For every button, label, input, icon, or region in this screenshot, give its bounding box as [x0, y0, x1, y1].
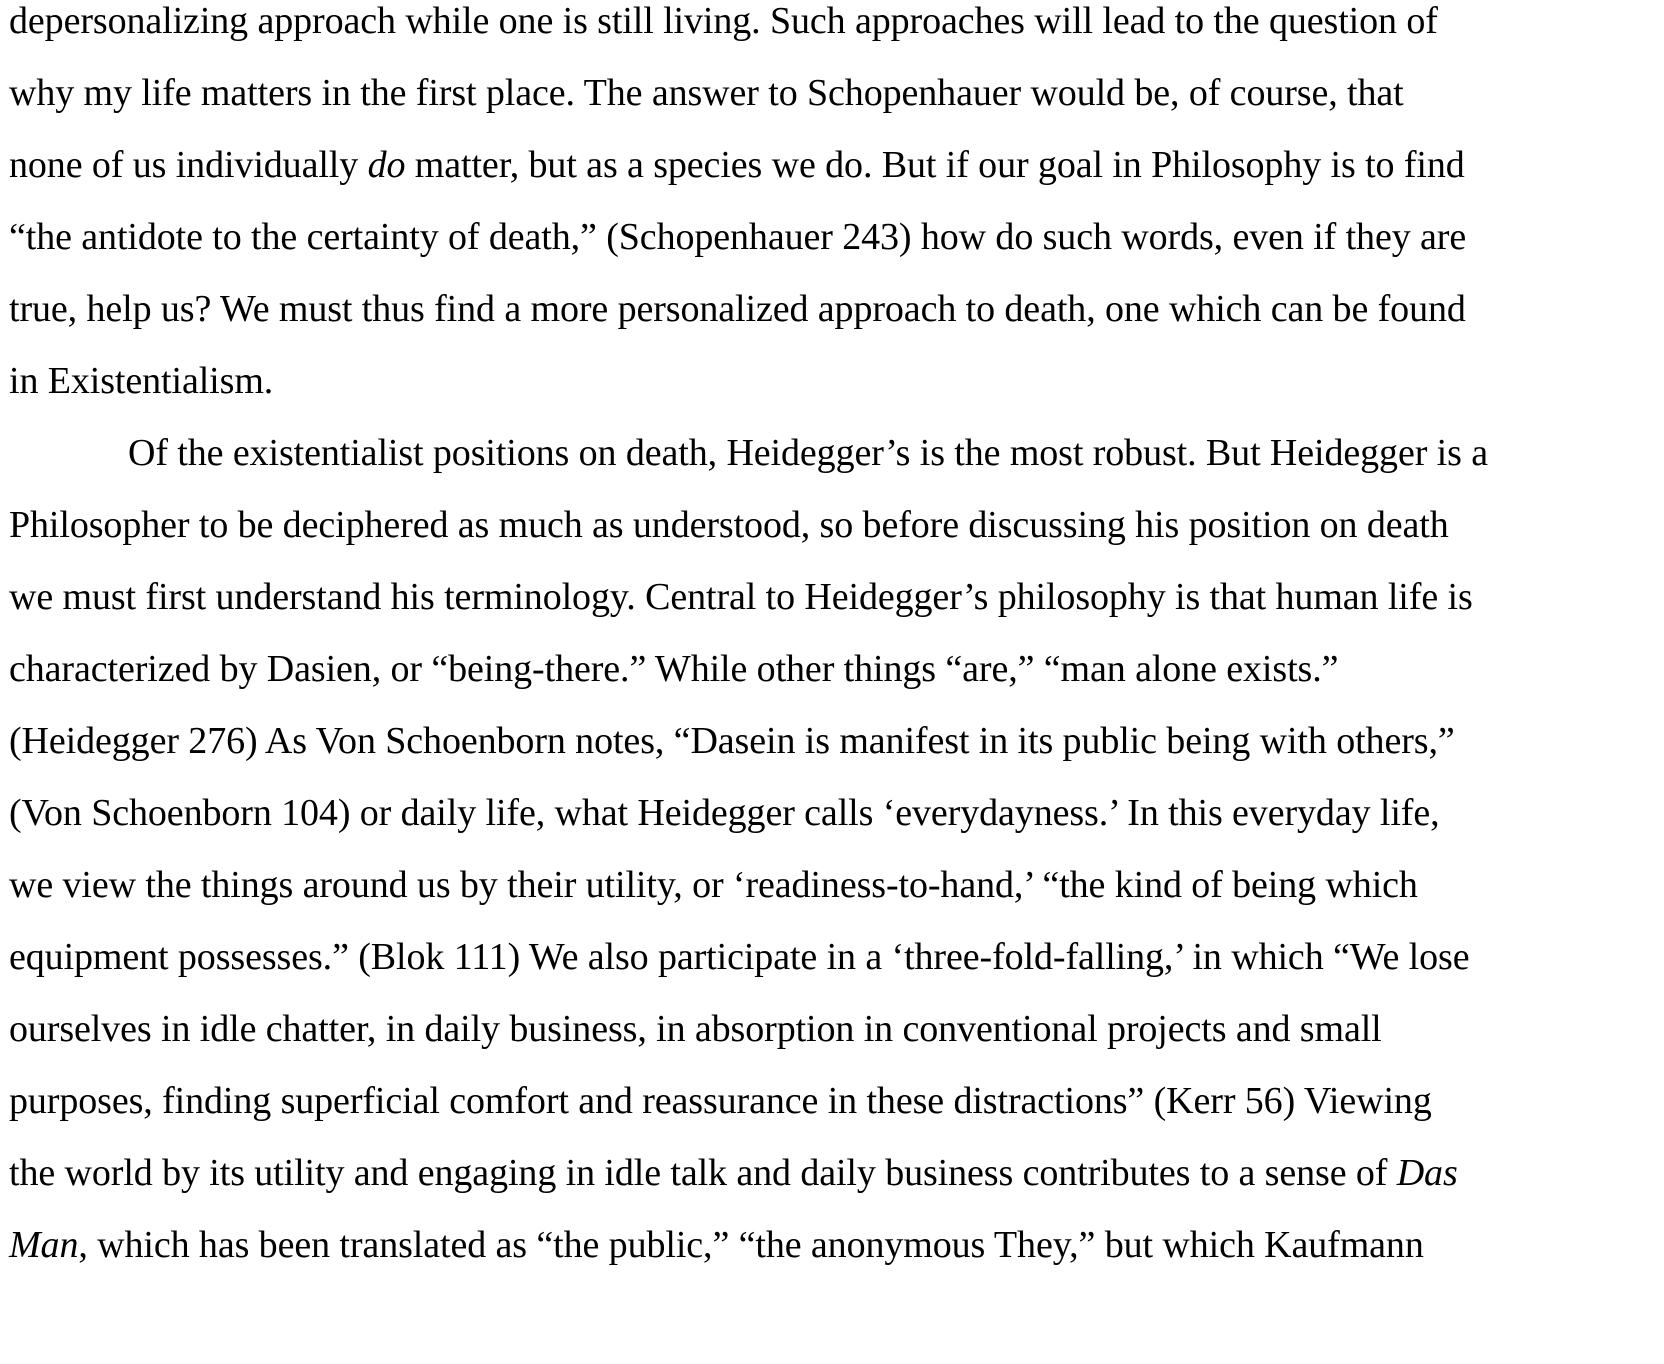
text-run: (Heidegger 276) As Von Schoenborn notes,…	[9, 720, 1455, 762]
text-line: depersonalizing approach while one is st…	[9, 0, 1438, 59]
text-line: Man, which has been translated as “the p…	[9, 1207, 1424, 1283]
text-line: “the antidote to the certainty of death,…	[9, 199, 1466, 275]
italic-text-run: Das	[1396, 1152, 1458, 1194]
text-line: purposes, finding superficial comfort an…	[9, 1063, 1432, 1139]
text-line: ourselves in idle chatter, in daily busi…	[9, 991, 1382, 1067]
text-run: depersonalizing approach while one is st…	[9, 0, 1438, 42]
text-line: the world by its utility and engaging in…	[9, 1135, 1458, 1211]
text-run: ourselves in idle chatter, in daily busi…	[9, 1008, 1382, 1050]
text-run: in Existentialism.	[9, 360, 274, 402]
text-run: true, help us? We must thus find a more …	[9, 288, 1466, 330]
text-line: why my life matters in the first place. …	[9, 55, 1404, 131]
text-run: matter, but as a species we do. But if o…	[405, 144, 1465, 186]
text-run: we must first understand his terminology…	[9, 576, 1473, 618]
paragraph-first-line: Of the existentialist positions on death…	[128, 415, 1488, 491]
text-run: Of the existentialist positions on death…	[128, 432, 1488, 474]
text-line: equipment possesses.” (Blok 111) We also…	[9, 919, 1470, 995]
text-run: (Von Schoenborn 104) or daily life, what…	[9, 792, 1440, 834]
text-line: in Existentialism.	[9, 343, 273, 419]
text-run: “the antidote to the certainty of death,…	[9, 216, 1467, 258]
text-run: characterized by Dasien, or “being-there…	[9, 648, 1339, 690]
text-line: we must first understand his terminology…	[9, 559, 1473, 635]
text-run: Philosopher to be deciphered as much as …	[9, 504, 1449, 546]
text-run: equipment possesses.” (Blok 111) We also…	[9, 936, 1470, 978]
italic-text-run: do	[367, 144, 406, 186]
text-run: , which has been translated as “the publ…	[78, 1224, 1424, 1266]
text-line: Philosopher to be deciphered as much as …	[9, 487, 1449, 563]
text-line: true, help us? We must thus find a more …	[9, 271, 1466, 347]
text-line: (Heidegger 276) As Von Schoenborn notes,…	[9, 703, 1455, 779]
text-line: none of us individually do matter, but a…	[9, 127, 1465, 203]
text-run: purposes, finding superficial comfort an…	[9, 1080, 1432, 1122]
italic-text-run: Man	[9, 1224, 79, 1266]
text-run: we view the things around us by their ut…	[9, 864, 1418, 906]
text-run: none of us individually	[9, 144, 368, 186]
text-run: the world by its utility and engaging in…	[9, 1152, 1397, 1194]
text-line: (Von Schoenborn 104) or daily life, what…	[9, 775, 1440, 851]
text-line: characterized by Dasien, or “being-there…	[9, 631, 1338, 707]
text-line: we view the things around us by their ut…	[9, 847, 1418, 923]
text-run: why my life matters in the first place. …	[9, 72, 1404, 114]
